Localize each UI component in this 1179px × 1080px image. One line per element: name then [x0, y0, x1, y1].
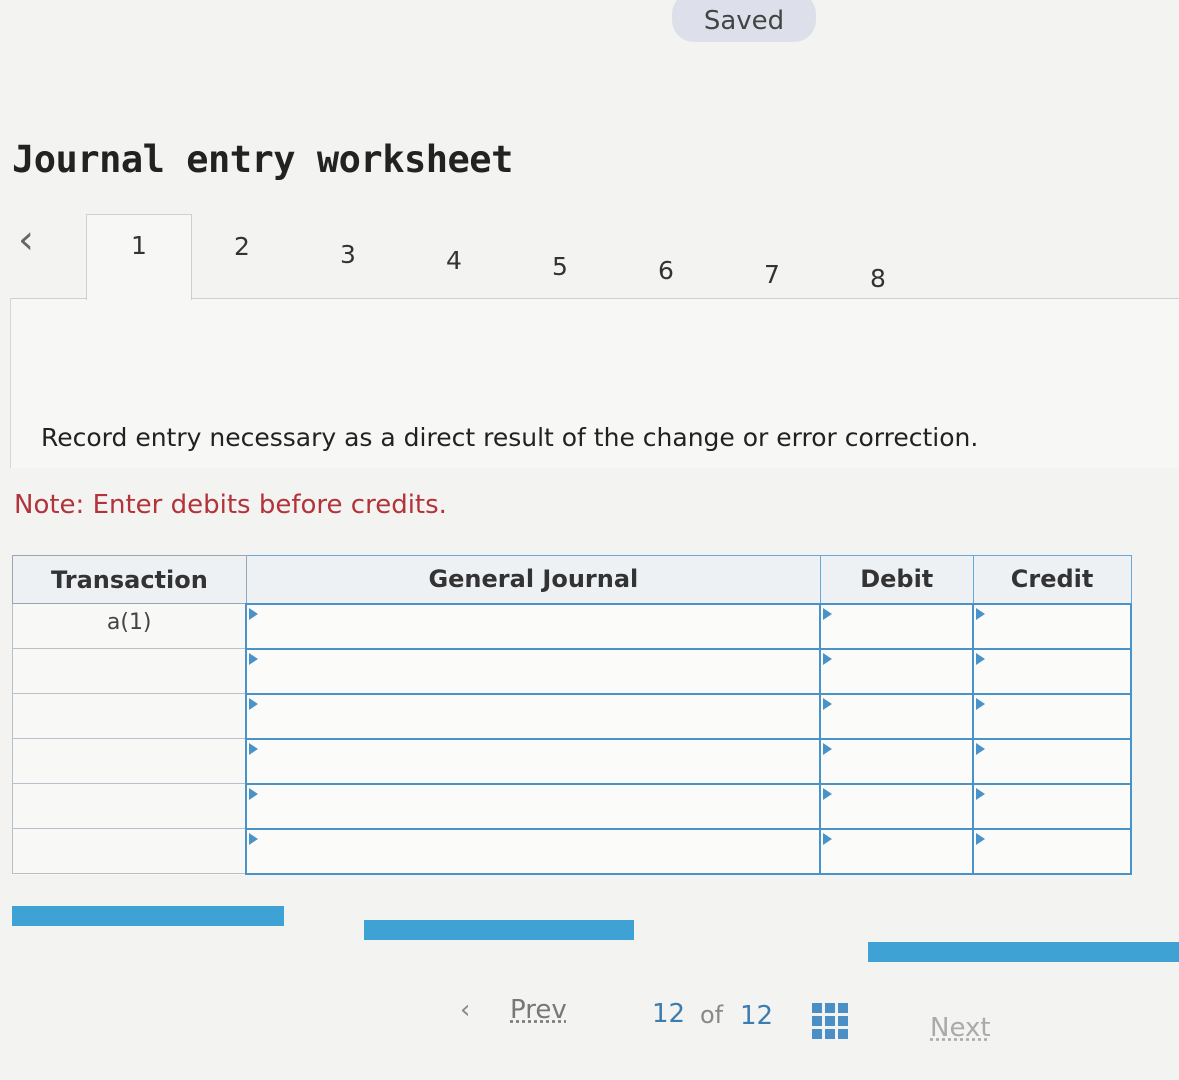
debit-input[interactable] [819, 692, 975, 740]
saved-status-badge: Saved [672, 0, 816, 42]
header-credit: Credit [972, 555, 1132, 604]
transaction-cell [12, 783, 247, 829]
transaction-cell [12, 738, 247, 784]
transaction-cell [12, 648, 247, 694]
table-row [12, 647, 1132, 695]
total-pages: 12 [740, 1001, 774, 1031]
instruction-text: Record entry necessary as a direct resul… [41, 423, 979, 452]
tab-2[interactable]: 2 [222, 232, 262, 261]
table-row [12, 827, 1132, 875]
header-general-journal: General Journal [245, 555, 821, 604]
credit-input[interactable] [972, 647, 1132, 695]
tab-6[interactable]: 6 [646, 256, 686, 285]
credit-input[interactable] [972, 782, 1132, 830]
chevron-left-icon[interactable]: ‹ [460, 995, 470, 1025]
credit-input[interactable] [972, 737, 1132, 785]
table-row: a(1) [12, 602, 1132, 650]
tab-8[interactable]: 8 [858, 264, 898, 293]
table-row [12, 692, 1132, 740]
table-row [12, 782, 1132, 830]
debit-input[interactable] [819, 782, 975, 830]
tab-3[interactable]: 3 [328, 240, 368, 269]
tab-7[interactable]: 7 [752, 260, 792, 289]
next-link[interactable]: Next [930, 1013, 991, 1043]
tab-panel: Record entry necessary as a direct resul… [10, 298, 1179, 468]
page-of-label: of [700, 1001, 724, 1029]
transaction-cell: a(1) [12, 603, 247, 649]
tab-4[interactable]: 4 [434, 246, 474, 275]
transaction-cell [12, 828, 247, 874]
header-transaction: Transaction [12, 555, 247, 604]
tab-5[interactable]: 5 [540, 252, 580, 281]
credit-input[interactable] [972, 602, 1132, 650]
note-text: Note: Enter debits before credits. [14, 490, 447, 520]
current-page: 12 [652, 999, 686, 1029]
view-general-journal-button[interactable] [868, 942, 1179, 962]
transaction-cell [12, 693, 247, 739]
debit-input[interactable] [819, 827, 975, 875]
tab-1[interactable]: 1 [86, 214, 192, 300]
debit-input[interactable] [819, 737, 975, 785]
grid-icon[interactable] [812, 1003, 848, 1039]
clear-entry-button[interactable] [364, 920, 634, 940]
debit-input[interactable] [819, 647, 975, 695]
table-row [12, 737, 1132, 785]
header-debit: Debit [819, 555, 974, 604]
general-journal-dropdown[interactable] [245, 737, 822, 785]
page-title: Journal entry worksheet [12, 138, 513, 181]
general-journal-dropdown[interactable] [245, 827, 822, 875]
general-journal-dropdown[interactable] [245, 782, 822, 830]
entry-tabs: ‹ Record entry necessary as a direct res… [10, 210, 1179, 475]
pagination: ‹ Prev 12 of 12 Next [0, 995, 1179, 1045]
debit-input[interactable] [819, 602, 975, 650]
general-journal-dropdown[interactable] [245, 647, 822, 695]
journal-table: Transaction General Journal Debit Credit… [12, 555, 1132, 875]
prev-link[interactable]: Prev [510, 995, 567, 1025]
table-header-row: Transaction General Journal Debit Credit [12, 555, 1132, 604]
credit-input[interactable] [972, 692, 1132, 740]
general-journal-dropdown[interactable] [245, 692, 822, 740]
chevron-left-icon[interactable]: ‹ [18, 220, 58, 260]
general-journal-dropdown[interactable] [245, 602, 822, 650]
record-entry-button[interactable] [12, 906, 284, 926]
credit-input[interactable] [972, 827, 1132, 875]
